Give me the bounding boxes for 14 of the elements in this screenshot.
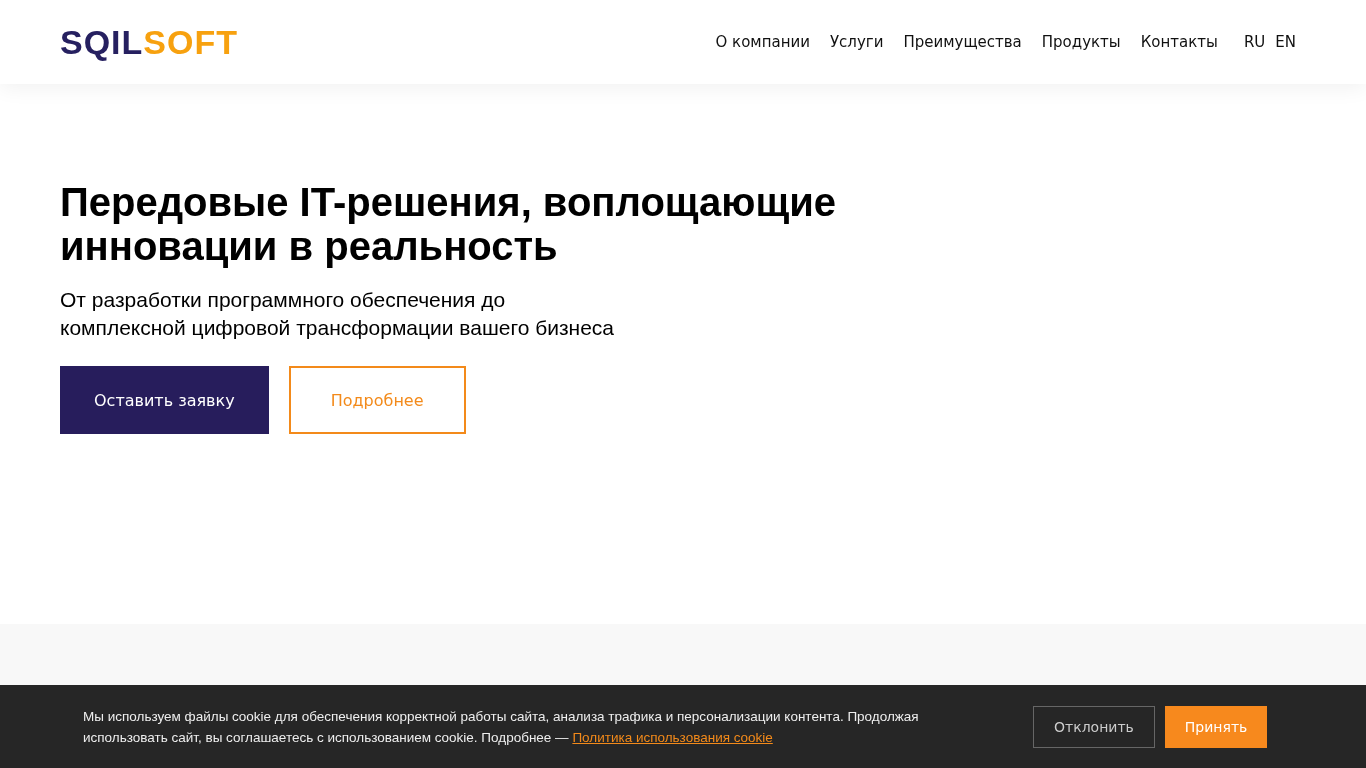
nav-link[interactable]: Продукты	[1041, 33, 1121, 51]
cookie-text: Мы используем файлы cookie для обеспечения корректной работы сайта, анализа трафика и персонализации контента. Продолжая использовать сайт, вы соглашаетесь с использованием cookie. Подробнее — Политика использования cookie	[83, 707, 920, 747]
hero-subtitle: От разработки программного обеспечения до комплексной цифровой трансформации вашего бизнеса	[60, 287, 615, 341]
nav-link[interactable]: Преимущества	[903, 33, 1022, 51]
request-button[interactable]: Оставить заявку	[60, 366, 269, 434]
language-link[interactable]: RU	[1243, 33, 1266, 51]
nav-link[interactable]: Услуги	[829, 33, 884, 51]
cookie-policy-link[interactable]: Политика использования cookie	[572, 729, 773, 745]
decline-button[interactable]: Отклонить	[1033, 705, 1155, 748]
nav-link[interactable]: О компании	[715, 33, 810, 51]
language-link[interactable]: EN	[1275, 33, 1296, 51]
logo[interactable]: SQILSOFT	[60, 25, 238, 59]
nav-link[interactable]: Контакты	[1140, 33, 1218, 51]
hero-title: Передовые IT-решения, воплощающие инновации в реальность	[60, 180, 838, 268]
